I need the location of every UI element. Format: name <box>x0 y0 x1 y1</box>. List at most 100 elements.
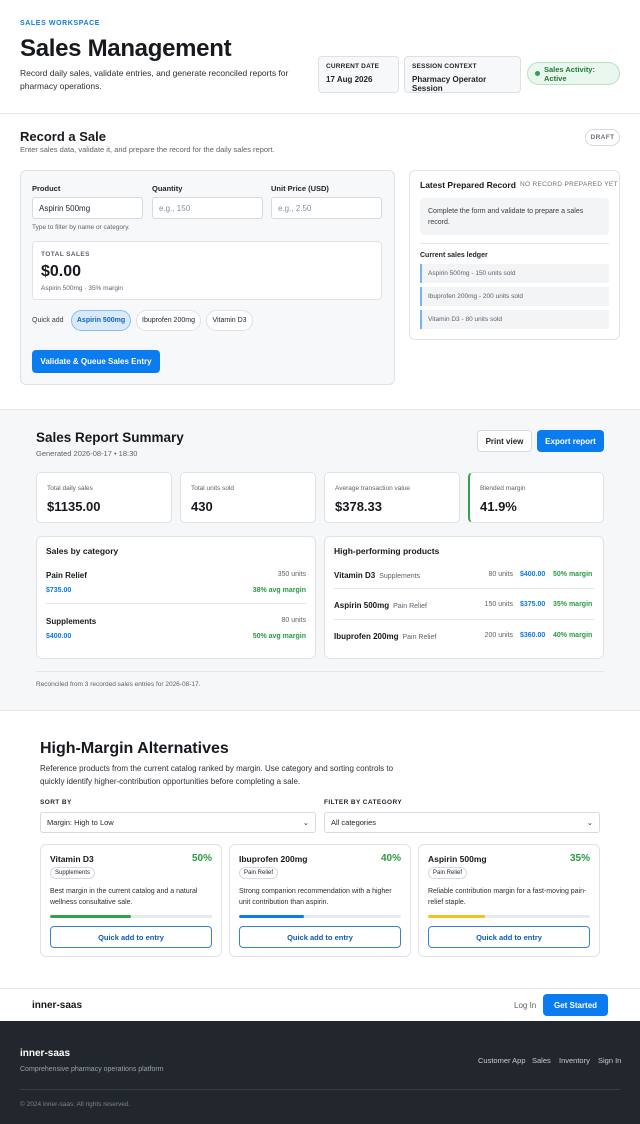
filter-select-value: All categories <box>331 818 377 827</box>
product-row-name: Ibuprofen 200mg Pain Relief <box>334 632 436 641</box>
footer-copyright: © 2024 inner-saas. All rights reserved. <box>20 1101 131 1108</box>
sort-label: SORT BY <box>40 799 72 806</box>
category-name: Supplements <box>46 617 97 626</box>
quick-add-to-entry-button[interactable]: Quick add to entry <box>428 926 590 948</box>
category-amount: $400.00 <box>46 633 72 640</box>
product-category: Pain Relief <box>402 634 437 641</box>
ledger-item: Vitamin D3 - 80 units sold <box>420 310 609 329</box>
quick-add-to-entry-button[interactable]: Quick add to entry <box>50 926 212 948</box>
margin-bar-fill <box>239 915 304 918</box>
alternative-name: Ibuprofen 200mg <box>239 854 308 864</box>
category-margin: 38% avg margin <box>252 587 306 594</box>
footer-tagline: Comprehensive pharmacy operations platfo… <box>20 1066 164 1073</box>
divider <box>20 1089 620 1090</box>
report-generated: Generated 2026-08-17 • 18:30 <box>36 449 138 458</box>
product-units: 200 units <box>484 632 513 639</box>
category-amount: $735.00 <box>46 587 72 594</box>
page-description: Record daily sales, validate entries, an… <box>20 68 289 91</box>
nav-brand[interactable]: inner-saas <box>32 1000 82 1011</box>
latest-record-title: Latest Prepared Record <box>420 180 516 190</box>
ledger-item: Aspirin 500mg - 150 units sold <box>420 264 609 283</box>
product-units: 80 units <box>488 571 513 578</box>
status-text: Sales Activity: Active <box>543 64 595 83</box>
footer-brand: inner-saas <box>20 1048 71 1059</box>
ledger-item: Ibuprofen 200mg - 200 units sold <box>420 287 609 306</box>
product-margin: 40% margin <box>553 632 593 639</box>
total-sales-sub: Aspirin 500mg · 35% margin <box>41 285 124 292</box>
footer: inner-saas Comprehensive pharmacy operat… <box>0 1021 640 1124</box>
product-margin: 35% margin <box>553 601 593 608</box>
alternative-card: Ibuprofen 200mg 40% Pain Relief Strong c… <box>229 844 411 957</box>
record-title: Record a Sale <box>20 129 106 144</box>
product-row-name: Vitamin D3 Supplements <box>334 571 420 580</box>
quantity-input[interactable]: e.g., 150 <box>152 197 263 219</box>
alternative-description: Reliable contribution margin for a fast-… <box>428 888 587 906</box>
stat-label: Total daily sales <box>47 485 93 492</box>
stat-value: 41.9% <box>480 499 517 514</box>
session-value: Pharmacy Operator Session <box>412 75 487 93</box>
stat-blended-margin: Blended margin 41.9% <box>468 472 604 523</box>
validate-queue-button[interactable]: Validate & Queue Sales Entry <box>32 350 160 373</box>
product-input[interactable]: Aspirin 500mg <box>32 197 143 219</box>
alternative-margin: 40% <box>380 853 401 864</box>
quick-add-ibuprofen[interactable]: Ibuprofen 200mg <box>136 310 201 331</box>
alternative-category-tag: Pain Relief <box>239 867 279 879</box>
current-date-value: 17 Aug 2026 <box>326 75 373 84</box>
quantity-label: Quantity <box>152 184 183 193</box>
product-name: Vitamin D3 <box>334 571 376 580</box>
record-subtitle: Enter sales data, validate it, and prepa… <box>20 145 275 154</box>
page-title: Sales Management <box>20 35 232 62</box>
current-date-label: CURRENT DATE <box>326 63 380 70</box>
divider <box>46 603 306 604</box>
eyebrow: SALES WORKSPACE <box>20 20 101 27</box>
get-started-button[interactable]: Get Started <box>543 994 608 1016</box>
product-hint: Type to filter by name or category. <box>32 224 130 231</box>
product-row-name: Aspirin 500mg Pain Relief <box>334 601 427 610</box>
footer-link-customer-app[interactable]: Customer App <box>478 1056 526 1065</box>
stat-total-units: Total units sold 430 <box>180 472 316 523</box>
alternative-card: Aspirin 500mg 35% Pain Relief Reliable c… <box>418 844 600 957</box>
footer-link-sales[interactable]: Sales <box>532 1056 551 1065</box>
product-label: Product <box>32 184 61 193</box>
category-margin: 50% avg margin <box>252 633 306 640</box>
stat-label: Average transaction value <box>335 485 411 492</box>
chevron-down-icon: ⌄ <box>586 818 593 827</box>
ledger-title: Current sales ledger <box>420 252 488 259</box>
alternative-name: Aspirin 500mg <box>428 854 487 864</box>
session-context-box: SESSION CONTEXT Pharmacy Operator Sessio… <box>404 56 521 93</box>
divider <box>36 671 604 672</box>
category-filter-select[interactable]: All categories ⌄ <box>324 812 600 833</box>
export-report-button[interactable]: Export report <box>537 430 604 452</box>
product-amount: $360.00 <box>520 632 546 639</box>
price-input[interactable]: e.g., 2.50 <box>271 197 382 219</box>
footer-link-inventory[interactable]: Inventory <box>559 1056 590 1065</box>
quick-add-to-entry-button[interactable]: Quick add to entry <box>239 926 401 948</box>
category-panel-title: Sales by category <box>46 546 119 556</box>
stat-label: Blended margin <box>480 485 526 492</box>
session-label: SESSION CONTEXT <box>412 63 477 70</box>
status-dot-icon <box>535 71 540 76</box>
sort-select-value: Margin: High to Low <box>47 818 114 827</box>
quick-add-aspirin[interactable]: Aspirin 500mg <box>71 310 131 331</box>
price-label: Unit Price (USD) <box>271 184 329 193</box>
latest-record-status: NO RECORD PREPARED YET <box>520 181 618 188</box>
draft-badge: DRAFT <box>585 129 620 146</box>
sort-select[interactable]: Margin: High to Low ⌄ <box>40 812 316 833</box>
stat-value: $378.33 <box>335 499 382 514</box>
margin-bar <box>239 915 401 918</box>
stat-avg-transaction: Average transaction value $378.33 <box>324 472 460 523</box>
stat-value: $1135.00 <box>47 499 101 514</box>
quick-add-vitamin-d3[interactable]: Vitamin D3 <box>206 310 253 331</box>
product-margin: 50% margin <box>553 571 593 578</box>
login-link[interactable]: Log In <box>514 1001 536 1010</box>
alternative-category-tag: Pain Relief <box>428 867 468 879</box>
reconciled-note: Reconciled from 3 recorded sales entries… <box>36 681 201 688</box>
alternatives-description: Reference products from the current cata… <box>40 764 394 786</box>
stat-total-daily-sales: Total daily sales $1135.00 <box>36 472 172 523</box>
footer-link-sign-in[interactable]: Sign In <box>598 1056 621 1065</box>
category-name: Pain Relief <box>46 571 87 580</box>
alternative-name: Vitamin D3 <box>50 854 94 864</box>
print-view-button[interactable]: Print view <box>477 430 532 452</box>
product-units: 150 units <box>484 601 513 608</box>
product-amount: $375.00 <box>520 601 546 608</box>
